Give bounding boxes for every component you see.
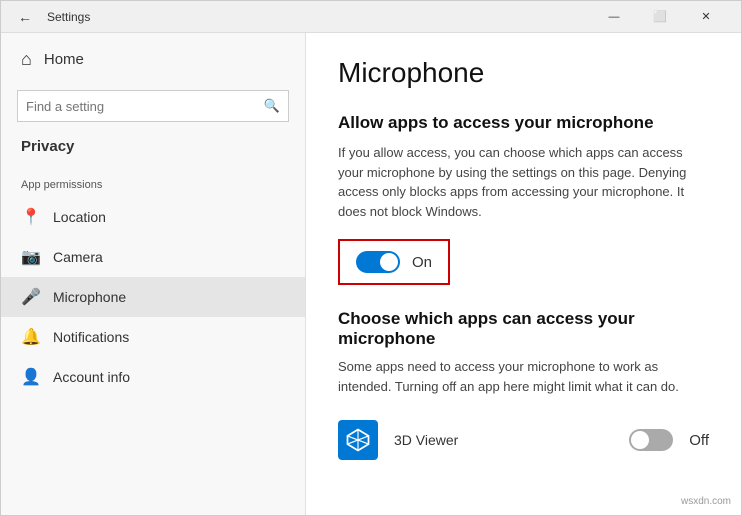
home-label: Home (44, 51, 84, 68)
titlebar: ← Settings — ⬜ ✕ (1, 1, 741, 33)
sidebar-item-camera-label: Camera (53, 249, 103, 265)
section1-heading: Allow apps to access your microphone (338, 113, 709, 133)
main-content: ⌂ Home 🔍 Privacy App permissions 📍 Locat… (1, 33, 741, 515)
sidebar-item-microphone-label: Microphone (53, 289, 126, 305)
window-title: Settings (47, 10, 591, 24)
search-input[interactable] (26, 99, 264, 114)
content-area: Microphone Allow apps to access your mic… (306, 33, 741, 515)
app-row-3d-viewer: 3D Viewer Off (338, 412, 709, 468)
section2-heading: Choose which apps can access your microp… (338, 309, 709, 349)
settings-window: ← Settings — ⬜ ✕ ⌂ Home 🔍 Privacy App pe… (0, 0, 742, 516)
sidebar-item-location[interactable]: 📍 Location (1, 197, 305, 237)
sidebar-item-microphone[interactable]: 🎤 Microphone (1, 277, 305, 317)
privacy-section-label: Privacy (1, 134, 305, 167)
sidebar-item-location-label: Location (53, 209, 106, 225)
sidebar-item-notifications[interactable]: 🔔 Notifications (1, 317, 305, 357)
sidebar-home-button[interactable]: ⌂ Home (1, 33, 305, 86)
sidebar-item-notifications-label: Notifications (53, 329, 129, 345)
section1-description: If you allow access, you can choose whic… (338, 143, 709, 221)
maximize-button[interactable]: ⬜ (637, 1, 683, 33)
sidebar: ⌂ Home 🔍 Privacy App permissions 📍 Locat… (1, 33, 306, 515)
notifications-icon: 🔔 (21, 327, 39, 347)
microphone-toggle-row: On (338, 239, 450, 285)
app-name-3d-viewer: 3D Viewer (394, 432, 613, 448)
minimize-button[interactable]: — (591, 1, 637, 33)
search-box[interactable]: 🔍 (17, 90, 289, 122)
watermark: wsxdn.com (678, 495, 734, 508)
3d-viewer-toggle-label: Off (689, 432, 709, 449)
home-icon: ⌂ (21, 49, 32, 70)
app-permissions-label: App permissions (1, 167, 305, 197)
3d-viewer-toggle[interactable] (629, 429, 673, 451)
page-title: Microphone (338, 57, 709, 89)
3d-viewer-icon (338, 420, 378, 460)
search-icon: 🔍 (264, 98, 280, 114)
sidebar-item-account-info-label: Account info (53, 369, 130, 385)
close-button[interactable]: ✕ (683, 1, 729, 33)
toggle-on-label: On (412, 254, 432, 271)
camera-icon: 📷 (21, 247, 39, 267)
toggle-knob (380, 253, 398, 271)
window-controls: — ⬜ ✕ (591, 1, 729, 33)
account-info-icon: 👤 (21, 367, 39, 387)
sidebar-item-account-info[interactable]: 👤 Account info (1, 357, 305, 397)
microphone-toggle[interactable] (356, 251, 400, 273)
back-button[interactable]: ← (13, 5, 37, 29)
sidebar-item-camera[interactable]: 📷 Camera (1, 237, 305, 277)
microphone-icon: 🎤 (21, 287, 39, 307)
section2-description: Some apps need to access your microphone… (338, 357, 709, 396)
3d-viewer-toggle-knob (631, 431, 649, 449)
location-icon: 📍 (21, 207, 39, 227)
